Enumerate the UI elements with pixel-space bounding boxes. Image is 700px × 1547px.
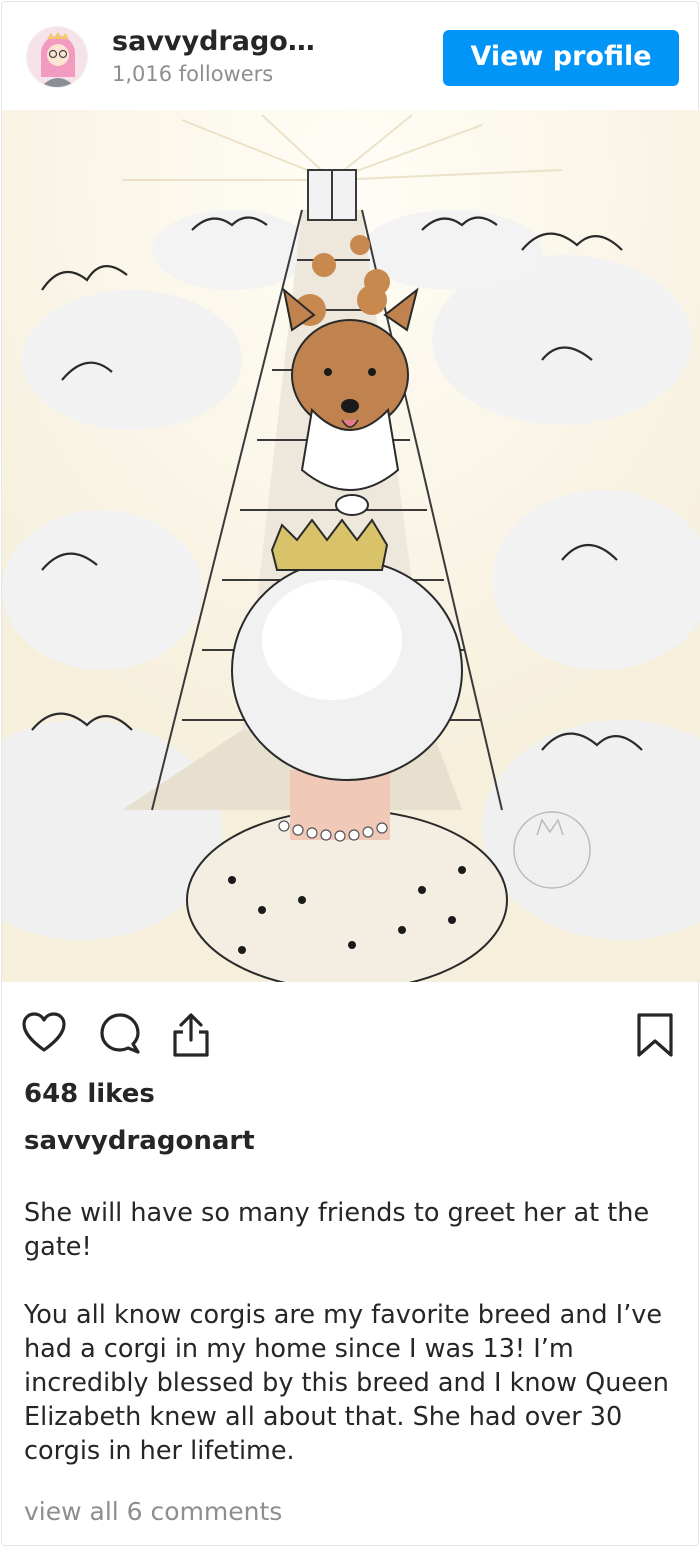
username[interactable]: savvydrago… [112,26,315,57]
bookmark-icon[interactable] [636,1012,674,1058]
share-icon[interactable] [169,1012,213,1058]
view-comments-link[interactable]: view all 6 comments [24,1497,282,1526]
avatar[interactable] [26,26,88,88]
post-header: savvydrago… 1,016 followers View profile [2,2,700,110]
follower-count: 1,016 followers [112,62,274,86]
like-count[interactable]: 648 likes [24,1079,155,1109]
post-caption: She will have so many friends to greet h… [24,1198,669,1466]
post-card: savvydrago… 1,016 followers View profile [1,1,700,1546]
caption-username[interactable]: savvydragonart [24,1126,255,1156]
view-profile-button[interactable]: View profile [443,30,679,86]
heart-icon[interactable] [22,1012,66,1054]
post-image[interactable] [2,110,700,982]
comment-icon[interactable] [98,1012,142,1054]
